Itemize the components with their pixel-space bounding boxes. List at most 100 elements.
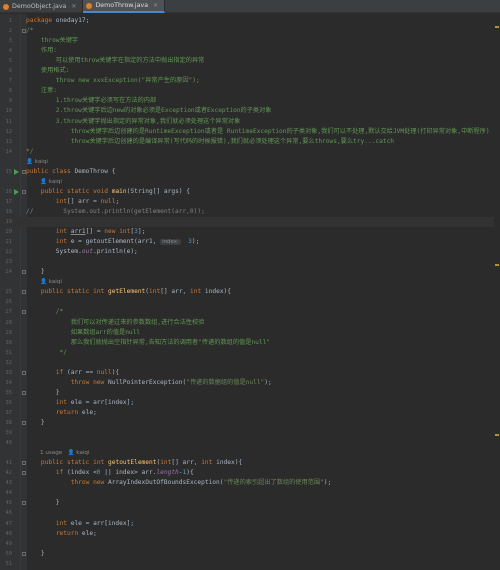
line-number: 34 [5,379,13,386]
code-text[interactable]: 可以使用throw关键字在指定的方法中抛出指定的异常 [26,56,205,66]
line-number: 10 [5,108,13,115]
close-icon[interactable]: ✕ [153,2,158,9]
warning-marker[interactable] [495,264,499,266]
line-number: 14 [5,148,13,155]
code-line: 6 使用格式: [0,66,500,76]
code-text[interactable]: if (index <0 || index> arr.length-1){ [26,468,194,478]
line-number: 19 [5,219,13,225]
code-text[interactable]: 使用格式: [26,66,70,76]
code-line: 25 public static int getElement(int[] ar… [0,287,500,297]
line-number: 31 [5,349,13,356]
code-line: 3 throw关键字 [0,36,500,46]
code-text[interactable]: return ele; [26,408,97,418]
code-editor[interactable]: 1 package oneday17; 2/* 3 throw关键字 4 作用: 5 可以… [0,14,500,570]
code-line: 19 [0,217,500,227]
code-text[interactable]: package oneday17; [26,16,89,26]
code-text[interactable]: public static int getElement(int[] arr, … [26,287,231,297]
code-text[interactable]: } [26,498,60,508]
line-number: 11 [5,118,13,125]
author-hint[interactable]: 1 usage 👤 kaiqi [40,448,90,458]
line-number: 39 [5,430,13,437]
code-text[interactable]: public static void main(String[] args) { [26,187,190,197]
line-number: 43 [5,480,13,487]
inline-hint-row: 👤 kaiqi [0,157,500,167]
code-text[interactable]: public class DemoThrow { [26,167,115,177]
code-text[interactable]: System.out.println(e); [26,247,138,257]
code-line: 9 1.throw关键字必须写在方法的内部 [0,96,500,106]
code-text[interactable]: 3.throw关键字抛出指定的异常对象,我们就必须处理这个异常对象 [26,117,241,127]
code-text[interactable]: throw关键字后边创建的是编译异常(写代码的时候报错),我们就必须处理这个异常… [26,137,394,147]
code-text[interactable]: return ele; [26,529,97,539]
code-text[interactable]: int[] arr = null; [26,197,119,207]
line-number: 1 [8,18,12,24]
code-text[interactable]: throw new NullPointerException("传递的数据组的值… [26,378,272,388]
code-line: 40 [0,438,500,448]
tab-demoobject[interactable]: DemoObject.java ✕ [0,0,84,13]
code-text[interactable]: 2.throw关键字后边new的对象必须是Exception或者Exceptio… [26,106,272,116]
code-line: 18 // System.out.println(getElement(arr,0… [0,207,500,217]
line-number: 46 [5,510,13,517]
line-number: 16 [5,188,13,195]
code-text[interactable]: } [26,388,60,398]
code-text[interactable]: // System.out.println(getElement(arr,0))… [26,207,205,217]
author-hint[interactable]: 👤 kaiqi [26,157,48,167]
code-text[interactable]: int ele = arr[index]; [26,398,134,408]
run-icon[interactable] [14,188,19,195]
line-number: 38 [5,420,13,426]
code-text[interactable]: throw关键字后边创建的是RuntimeException或者是 Runtim… [26,127,490,137]
line-number: 47 [5,520,13,527]
code-text[interactable]: 注意: [26,86,57,96]
code-text[interactable]: 我们可以对传递过来的参数数组,进行合法性校验 [26,318,205,328]
run-icon[interactable] [14,168,19,175]
author-hint[interactable]: 👤 kaiqi [40,277,62,287]
code-text[interactable]: int e = getoutElement(arr1, index: 3); [26,237,199,247]
code-text[interactable]: 1.throw关键字必须写在方法的内部 [26,96,156,106]
code-text[interactable]: int ele = arr[index]; [26,519,134,529]
parameter-hint: index: [160,239,181,246]
code-line: 22 System.out.println(e); [0,247,500,257]
code-text[interactable]: int arr1[] = new int[3]; [26,227,146,237]
line-number: 13 [5,138,13,145]
code-line: 32 [0,358,500,368]
code-line: 37 return ele; [0,408,500,418]
code-text[interactable]: } [26,549,45,559]
editor-scrollbar[interactable] [494,14,500,570]
code-text[interactable]: 那么我们就抛出空指针异常,告知方法的调用者"传递的数组的值是null" [26,338,270,348]
editor-tab-bar: DemoObject.java ✕ DemoThrow.java ✕ [0,0,500,13]
code-line: 48 return ele; [0,529,500,539]
tab-demothrow[interactable]: DemoThrow.java ✕ [83,0,166,13]
line-number: 40 [5,440,13,447]
line-number: 30 [5,339,13,346]
code-text[interactable]: /* [26,26,33,36]
line-number: 6 [8,68,12,75]
code-line: 45 } [0,498,500,508]
author-hint[interactable]: 👤 kaiqi [40,177,62,187]
code-text[interactable]: } [26,267,45,277]
code-text[interactable]: public static int getoutElement(int[] ar… [26,458,242,468]
warning-marker[interactable] [495,26,499,28]
line-number: 44 [5,490,13,497]
code-text[interactable]: 如果数组arr的值是null [26,328,140,338]
close-icon[interactable]: ✕ [71,3,76,10]
line-number: 12 [5,128,13,135]
line-number: 35 [5,389,13,396]
code-text[interactable]: throw关键字 [26,36,78,46]
code-text[interactable]: throw new xxxException("异常产生的原因"); [26,76,200,86]
code-text[interactable]: /* [26,307,63,317]
inline-hint-row: 👤 kaiqi [0,177,500,187]
line-number: 7 [8,78,12,85]
code-line: 30 那么我们就抛出空指针异常,告知方法的调用者"传递的数组的值是null" [0,338,500,348]
code-text[interactable]: 作用: [26,46,57,56]
code-line: 39 [0,428,500,438]
line-number: 4 [8,48,12,55]
warning-marker[interactable] [495,434,499,436]
code-text[interactable]: */ [26,147,33,157]
code-text[interactable]: throw new ArrayIndexOutOfBoundsException… [26,478,332,488]
line-number: 29 [5,329,13,336]
line-number: 15 [5,168,13,175]
code-text[interactable]: */ [26,348,67,358]
code-text[interactable]: if (arr == null){ [26,368,119,378]
line-number: 33 [5,369,13,376]
code-text[interactable]: } [26,418,45,428]
code-line: 27 /* [0,307,500,317]
